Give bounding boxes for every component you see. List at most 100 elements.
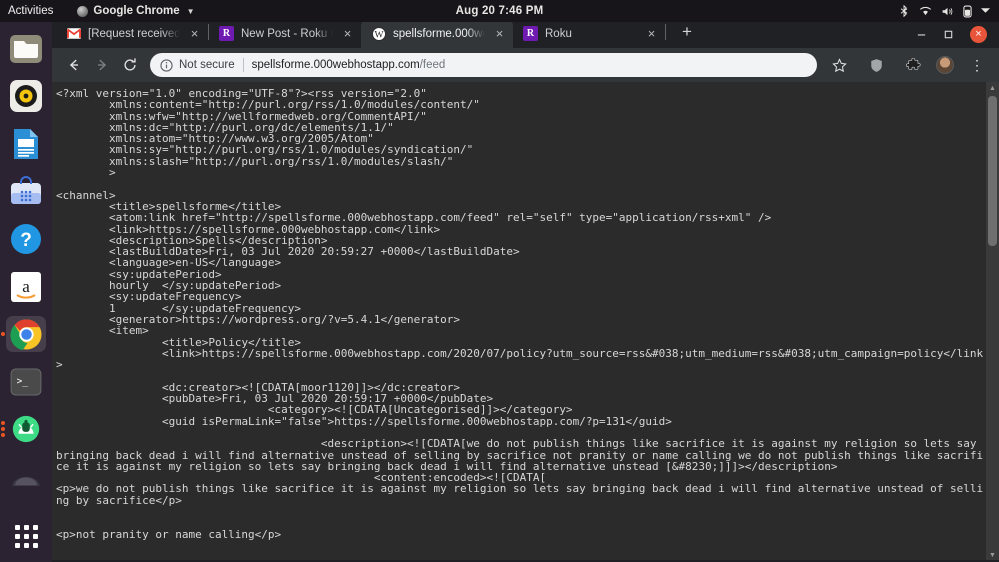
url-path: /feed <box>419 59 446 71</box>
forward-button[interactable] <box>88 51 116 79</box>
back-button[interactable] <box>60 51 88 79</box>
dock-item-files[interactable] <box>6 31 46 67</box>
gnome-top-bar: Activities Google Chrome ▼ Aug 20 7:46 P… <box>0 0 999 22</box>
scrollbar-thumb[interactable] <box>988 96 997 246</box>
new-tab-button[interactable]: + <box>674 19 700 45</box>
chevron-down-icon <box>981 8 990 14</box>
info-icon[interactable] <box>160 58 173 72</box>
xml-source-view: <?xml version="1.0" encoding="UTF-8"?><r… <box>52 82 999 562</box>
url-host: spellsforme.000webhostapp.com <box>251 59 420 71</box>
page-viewport: <?xml version="1.0" encoding="UTF-8"?><r… <box>52 82 999 562</box>
dock-item-trash[interactable] <box>6 459 46 495</box>
android-studio-icon <box>12 415 40 443</box>
system-status-area[interactable] <box>898 5 999 18</box>
roku-icon: R <box>219 26 234 41</box>
window-controls: × <box>916 26 999 48</box>
tab-request-received[interactable]: [Request received] Witch s × <box>56 19 208 48</box>
xml-line: <guid isPermaLink="false">https://spells… <box>56 414 672 428</box>
tab-label: New Post - Roku Commun <box>241 27 333 40</box>
url-text: spellsforme.000webhostapp.com/feed <box>252 59 446 71</box>
puzzle-icon[interactable] <box>899 51 927 79</box>
page-scrollbar[interactable]: ▲ ▼ <box>986 82 999 562</box>
battery-icon <box>963 5 972 18</box>
avatar[interactable] <box>936 56 954 74</box>
xml-line: <description><![CDATA[we do not publish … <box>56 437 984 473</box>
running-indicator <box>1 332 5 337</box>
running-indicator <box>1 419 5 439</box>
terminal-icon: >_ <box>10 368 42 396</box>
active-app-menu[interactable]: Google Chrome ▼ <box>77 5 195 17</box>
xml-line: xmlns:content="http://purl.org/rss/1.0/m… <box>56 98 480 112</box>
dock-item-rhythmbox[interactable] <box>6 79 46 115</box>
reload-button[interactable] <box>116 51 144 79</box>
help-icon: ? <box>11 223 41 254</box>
xml-line: <generator>https://wordpress.org/?v=5.4.… <box>56 312 460 326</box>
volume-icon <box>941 6 954 17</box>
dock-item-android-studio[interactable] <box>1 411 46 447</box>
chrome-menu-button[interactable]: ⋮ <box>963 51 991 79</box>
omnibox-divider <box>242 58 244 72</box>
chrome-window: [Request received] Witch s × R New Post … <box>52 16 999 562</box>
tab-label: spellsforme.000webhosta <box>393 27 485 40</box>
tab-roku[interactable]: R Roku × <box>513 19 665 48</box>
tab-new-post-roku[interactable]: R New Post - Roku Commun × <box>209 19 361 48</box>
bluetooth-icon <box>898 5 910 17</box>
trash-icon <box>12 476 40 486</box>
close-window-button[interactable]: × <box>970 26 987 43</box>
svg-text:?: ? <box>20 230 32 251</box>
svg-text:W: W <box>374 29 384 40</box>
xml-line <box>56 178 987 189</box>
xml-line: > <box>56 166 116 180</box>
gmail-icon <box>66 26 81 41</box>
desktop: Activities Google Chrome ▼ Aug 20 7:46 P… <box>0 0 999 562</box>
svg-text:a: a <box>22 277 30 296</box>
tab-close-button[interactable]: × <box>644 26 659 41</box>
active-app-label: Google Chrome <box>93 5 180 17</box>
star-icon[interactable] <box>825 51 853 79</box>
xml-line: <p>we do not publish things like sacrifi… <box>56 482 984 507</box>
dock-item-google-chrome[interactable] <box>1 316 46 352</box>
dock-item-show-applications[interactable] <box>6 518 46 554</box>
toolbar-right-icons: ⋮ <box>823 51 991 79</box>
scroll-up-arrow[interactable]: ▲ <box>986 82 999 95</box>
chevron-down-icon: ▼ <box>186 6 195 16</box>
svg-text:>_: >_ <box>17 375 29 386</box>
libreoffice-writer-icon <box>14 128 38 159</box>
tab-separator <box>665 24 666 40</box>
chrome-icon <box>77 5 89 17</box>
roku-icon: R <box>523 26 538 41</box>
dock-item-libreoffice-writer[interactable] <box>6 126 46 162</box>
dock-item-ubuntu-software[interactable] <box>6 174 46 210</box>
tab-close-button[interactable]: × <box>187 26 202 41</box>
amazon-icon: a <box>11 271 41 302</box>
tab-label: [Request received] Witch s <box>88 27 180 40</box>
minimize-button[interactable] <box>916 29 927 40</box>
shield-icon[interactable] <box>862 51 890 79</box>
xml-line: <category><![CDATA[Uncategorised]]></cat… <box>56 403 573 417</box>
security-status-label: Not secure <box>179 59 235 71</box>
ubuntu-software-icon <box>11 176 41 205</box>
address-bar[interactable]: Not secure spellsforme.000webhostapp.com… <box>150 53 817 77</box>
activities-button[interactable]: Activities <box>0 5 63 17</box>
dock-item-amazon[interactable]: a <box>6 269 46 305</box>
xml-line: <p>not pranity or name calling</p> <box>56 527 282 541</box>
ubuntu-dock: ? a >_ <box>0 22 52 562</box>
tab-label: Roku <box>545 27 572 40</box>
xml-line: <item> <box>56 324 149 338</box>
xml-line <box>56 506 987 517</box>
xml-line <box>56 517 987 528</box>
browser-toolbar: Not secure spellsforme.000webhostapp.com… <box>52 48 999 82</box>
google-chrome-icon <box>9 318 42 350</box>
xml-line: <sy:updateFrequency> <box>56 290 242 304</box>
dock-item-terminal[interactable]: >_ <box>6 364 46 400</box>
xml-line: <atom:link href="http://spellsforme.000w… <box>56 211 772 225</box>
xml-line: <link>https://spellsforme.000webhostapp.… <box>56 346 984 372</box>
show-applications-icon <box>14 524 38 548</box>
maximize-button[interactable] <box>943 29 954 40</box>
tab-spellsforme[interactable]: W spellsforme.000webhosta × <box>361 19 513 48</box>
wifi-icon <box>919 6 932 17</box>
dock-item-help[interactable]: ? <box>6 221 46 257</box>
tab-close-button[interactable]: × <box>340 26 355 41</box>
xml-line: xmlns:slash="http://purl.org/rss/1.0/mod… <box>56 154 454 168</box>
tab-close-button[interactable]: × <box>492 26 507 41</box>
